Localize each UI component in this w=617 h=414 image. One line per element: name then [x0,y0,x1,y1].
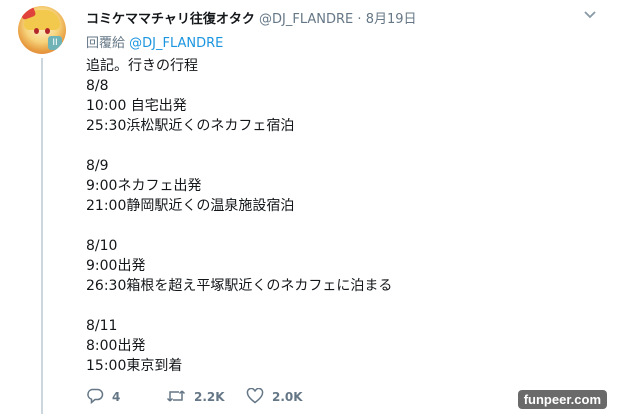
tweet-line: 9:00ネカフェ出発 [86,178,202,194]
avatar[interactable]: II [18,6,66,54]
reply-context: 回覆給 @DJ_FLANDRE [86,32,223,51]
thread-line [41,58,43,414]
like-button[interactable]: 2.0K [246,387,303,407]
tweet-text: 追記。行きの行程 8/8 10:00 自宅出発 25:30浜松駅近くのネカフェ宿… [86,56,392,376]
reply-mention-link[interactable]: @DJ_FLANDRE [129,36,223,51]
heart-icon [246,387,264,407]
tweet-date[interactable]: 8月19日 [366,12,417,27]
retweet-button[interactable]: 2.2K [166,388,225,406]
like-count: 2.0K [272,390,303,404]
avatar-eye [45,28,50,34]
retweet-icon [166,388,186,407]
tweet-line: 15:00東京到着 [86,358,183,374]
user-handle[interactable]: @DJ_FLANDRE [259,12,353,27]
reply-prefix: 回覆給 [86,36,126,51]
reply-button[interactable]: 4 [86,388,120,406]
display-name[interactable]: コミケママチャリ往復オタク [86,12,255,27]
tweet-line: 9:00出発 [86,258,146,274]
avatar-eye [34,28,39,34]
reply-icon [86,388,104,407]
tweet-line: 8/11 [86,318,118,334]
retweet-count: 2.2K [194,390,225,404]
reply-count: 4 [112,390,121,404]
avatar-badge: II [48,36,62,50]
tweet-line: 8/10 [86,238,118,254]
tweet-line: 8/8 [86,78,109,94]
chevron-down-icon[interactable] [583,10,597,20]
tweet-line: 8:00出発 [86,338,146,354]
tweet-line: 10:00 自宅出発 [86,98,187,114]
watermark: funpeer.com [517,390,607,409]
tweet-line: 25:30浜松駅近くのネカフェ宿泊 [86,118,295,134]
tweet-line: 21:00静岡駅近くの温泉施設宿泊 [86,198,295,214]
separator-dot: · [357,12,362,27]
tweet-line: 8/9 [86,158,109,174]
tweet-line: 追記。行きの行程 [86,58,198,74]
tweet-line: 26:30箱根を超え平塚駅近くのネカフェに泊まる [86,278,393,294]
tweet-header: コミケママチャリ往復オタク @DJ_FLANDRE · 8月19日 [86,8,597,28]
